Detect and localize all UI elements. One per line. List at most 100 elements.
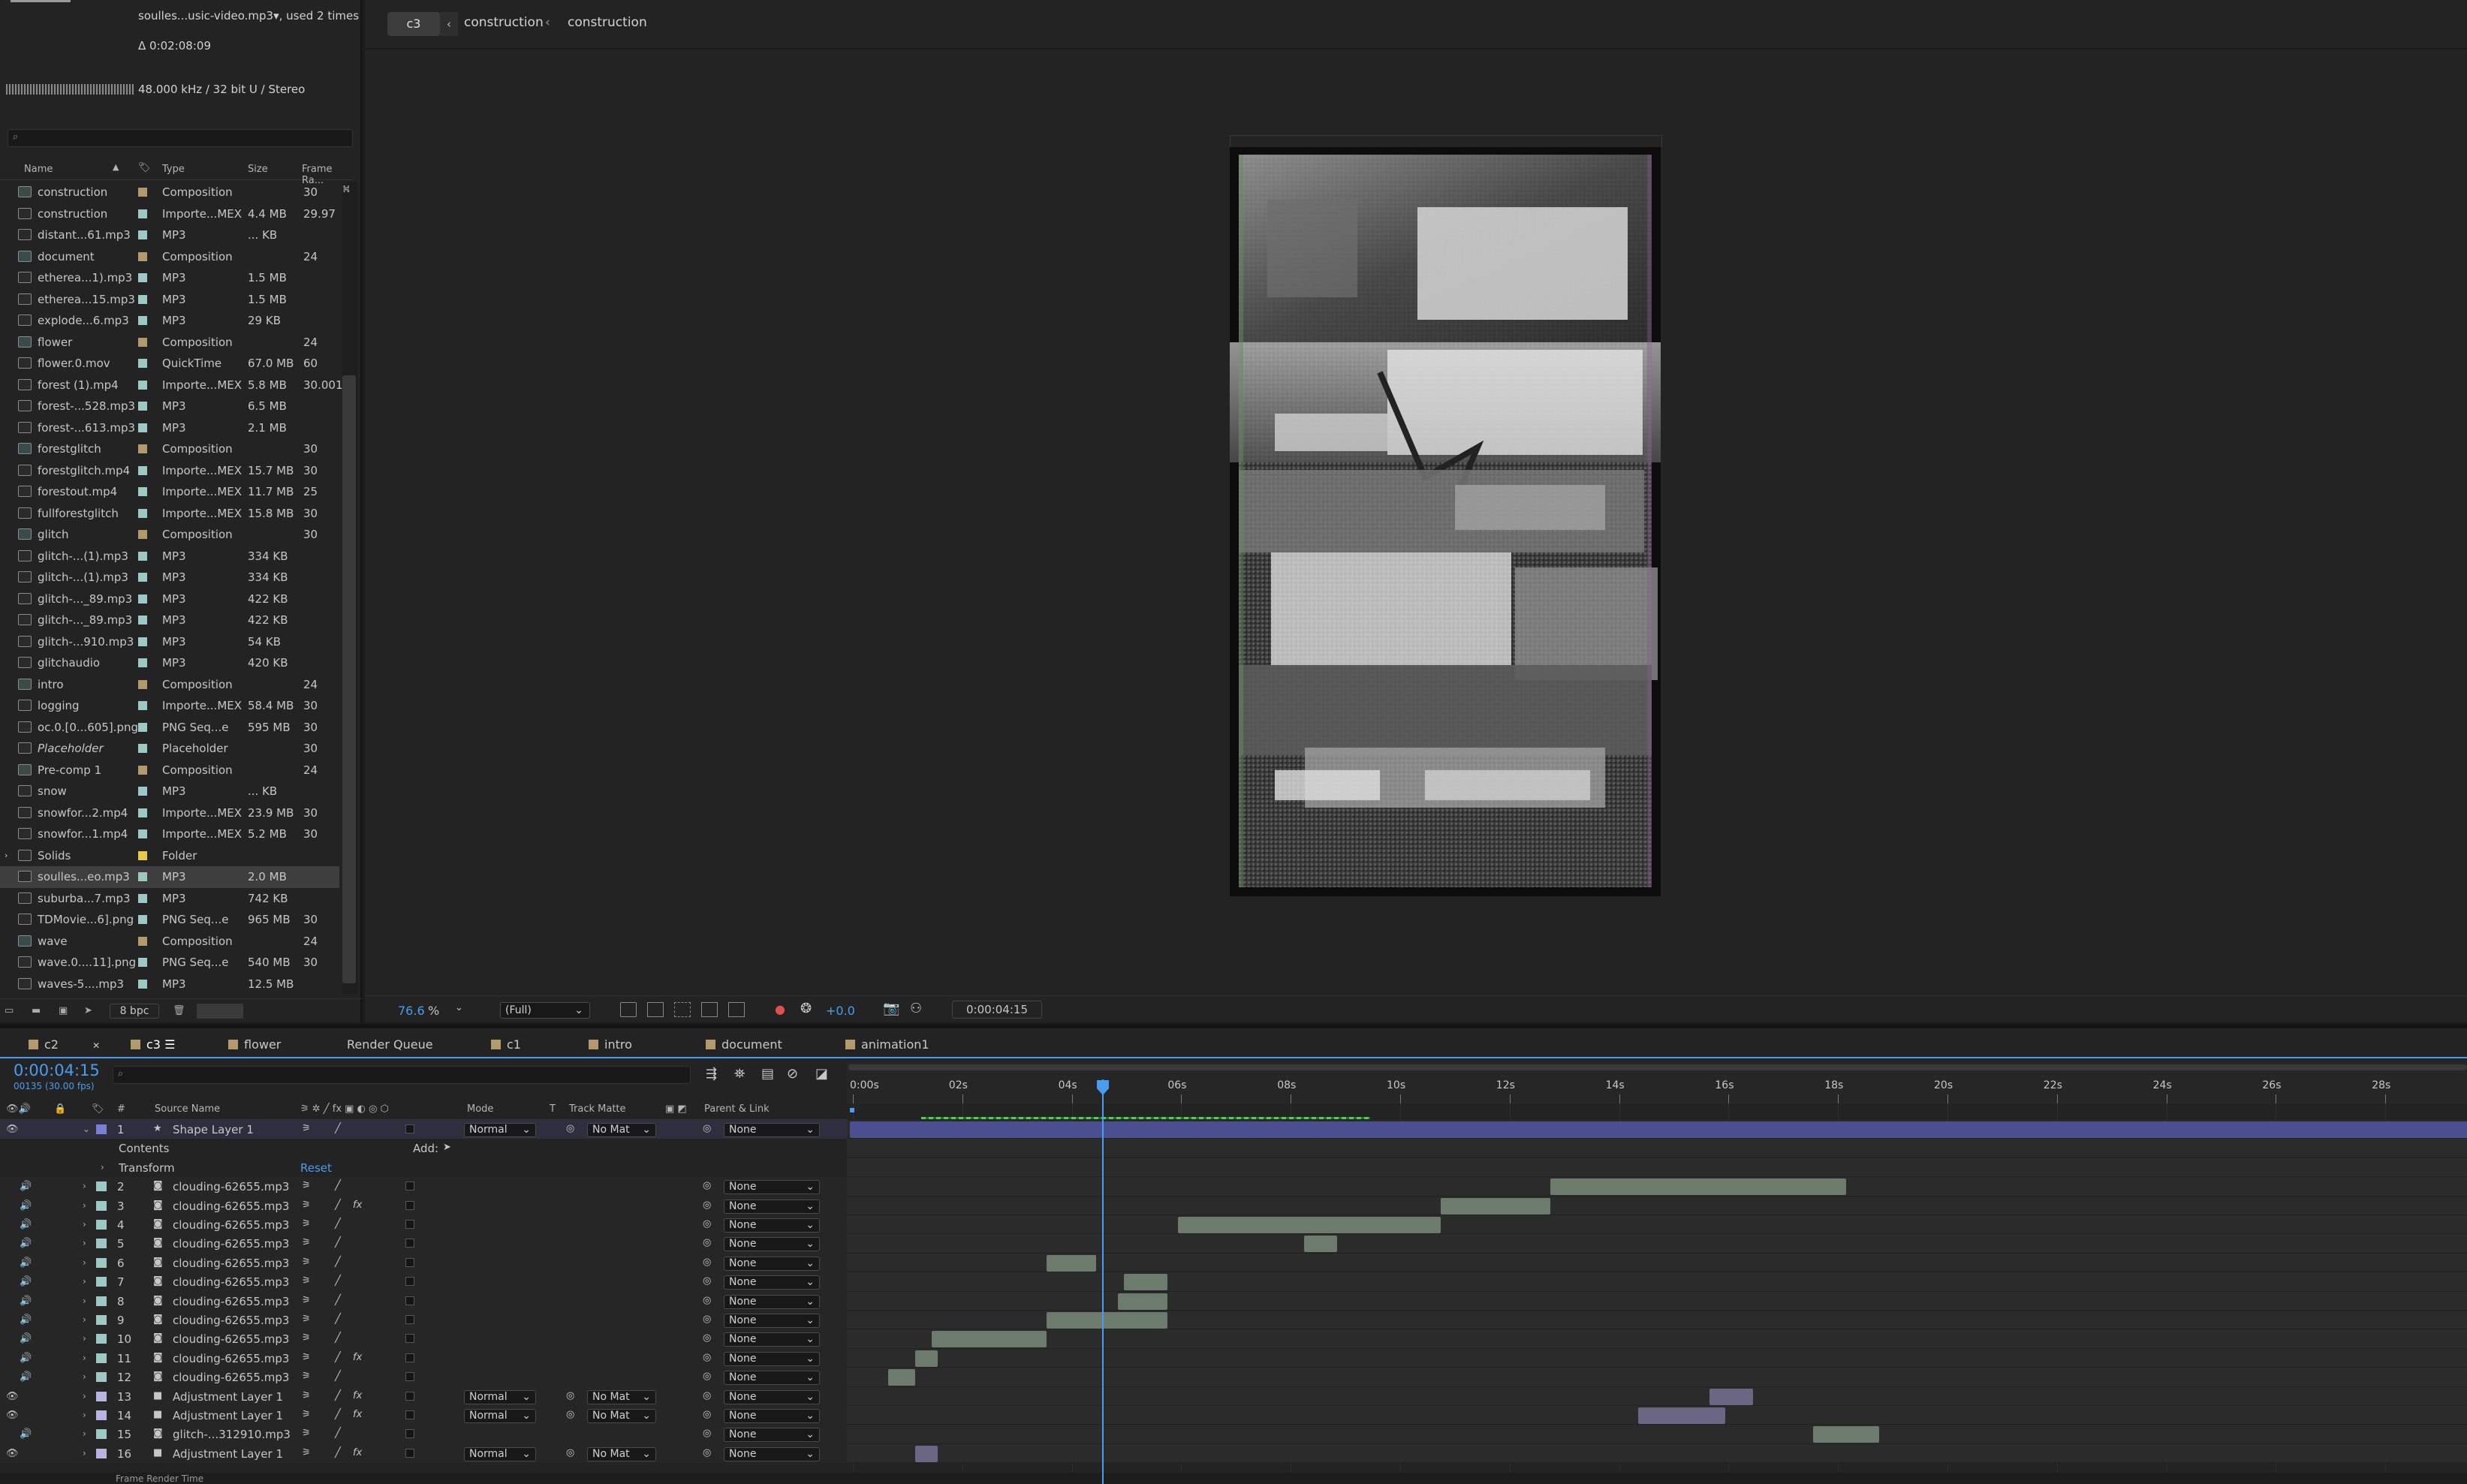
twirl-arrow-icon[interactable]: › xyxy=(101,1162,104,1172)
project-item[interactable]: glitch-...(1).mp3 MP3 334 KB xyxy=(0,546,339,567)
parent-dropdown[interactable]: None ⌄ xyxy=(724,1256,820,1271)
layer-duration-bar[interactable] xyxy=(1123,1274,1167,1291)
twirl-arrow-icon[interactable]: › xyxy=(83,1371,86,1382)
reset-link[interactable]: Reset xyxy=(300,1161,332,1175)
label-swatch[interactable] xyxy=(138,337,147,347)
parent-dropdown[interactable]: None ⌄ xyxy=(724,1180,820,1195)
twirl-arrow-icon[interactable]: › xyxy=(83,1353,86,1363)
track-matte-dropdown[interactable]: No Mat ⌄ xyxy=(587,1409,656,1423)
project-item[interactable]: suburba...7.mp3 MP3 742 KB xyxy=(0,888,339,910)
project-item[interactable]: flower Composition 24 xyxy=(0,332,339,354)
col-source-name[interactable]: Source Name xyxy=(155,1103,220,1115)
trash-icon[interactable]: 🗑 xyxy=(173,1005,189,1017)
track-matte-dropdown[interactable]: No Mat ⌄ xyxy=(587,1446,656,1461)
label-swatch[interactable] xyxy=(138,573,147,582)
project-item[interactable]: glitch-..._89.mp3 MP3 422 KB xyxy=(0,610,339,631)
shy-switch-icon[interactable]: ⚞ xyxy=(302,1218,311,1230)
label-swatch[interactable] xyxy=(138,787,147,796)
breadcrumb-back-icon[interactable]: ‹ xyxy=(440,12,458,36)
col-type[interactable]: Type xyxy=(162,164,185,175)
motion-blur-switch[interactable] xyxy=(405,1353,414,1362)
layer-label-color[interactable] xyxy=(96,1257,107,1268)
label-swatch[interactable] xyxy=(138,744,147,753)
layer-duration-bar[interactable] xyxy=(915,1350,938,1367)
shy-switch-icon[interactable]: ⚞ xyxy=(302,1180,311,1191)
parent-pickwhip-icon[interactable]: ◎ xyxy=(703,1237,711,1248)
audio-toggle-icon[interactable]: 🔊 xyxy=(20,1219,32,1230)
project-item[interactable]: soulles...eo.mp3 MP3 2.0 MB xyxy=(0,866,339,888)
project-item[interactable]: oc.0.[0...605].png PNG Seq...e 595 MB 30 xyxy=(0,717,339,739)
label-swatch[interactable] xyxy=(138,701,147,710)
label-swatch[interactable] xyxy=(138,316,147,325)
project-item[interactable]: construction Composition 30 xyxy=(0,182,339,203)
motion-blur-switch[interactable] xyxy=(405,1239,414,1248)
shy-switch-icon[interactable]: ⚞ xyxy=(302,1123,311,1134)
shy-switch-icon[interactable]: ⚞ xyxy=(302,1200,311,1211)
project-item[interactable]: forest-...613.mp3 MP3 2.1 MB xyxy=(0,417,339,439)
layer-name[interactable]: Shape Layer 1 xyxy=(173,1123,254,1136)
shy-switch-icon[interactable]: ⚞ xyxy=(302,1428,311,1439)
project-item[interactable]: etherea...15.mp3 MP3 1.5 MB xyxy=(0,289,339,311)
parent-dropdown[interactable]: None ⌄ xyxy=(724,1294,820,1309)
layer-label-color[interactable] xyxy=(96,1181,107,1192)
quality-switch-icon[interactable]: ╱ xyxy=(335,1257,341,1268)
parent-pickwhip-icon[interactable]: ◎ xyxy=(703,1123,711,1134)
label-swatch[interactable] xyxy=(138,829,147,838)
label-swatch[interactable] xyxy=(138,850,147,860)
blend-mode-dropdown[interactable]: Normal ⌄ xyxy=(464,1409,536,1423)
visibility-eye-icon[interactable]: 👁 xyxy=(6,1448,19,1459)
layer-row[interactable]: 🔊 › 15 ◙ glitch-...312910.mp3 ⚞ ╱ ◎ None ⌄ xyxy=(0,1425,847,1444)
visibility-eye-icon[interactable]: 👁 xyxy=(6,1391,19,1402)
mask-visibility-icon[interactable] xyxy=(674,1002,691,1017)
label-swatch[interactable] xyxy=(138,444,147,453)
parent-dropdown[interactable]: None ⌄ xyxy=(724,1275,820,1290)
project-item[interactable]: forestglitch Composition 30 xyxy=(0,438,339,460)
layer-label-color[interactable] xyxy=(96,1429,107,1440)
quality-switch-icon[interactable]: ╱ xyxy=(335,1314,341,1325)
pickwhip-icon[interactable]: ◎ xyxy=(566,1390,574,1401)
layer-label-color[interactable] xyxy=(96,1239,107,1249)
parent-pickwhip-icon[interactable]: ◎ xyxy=(703,1428,711,1439)
show-snapshot-icon[interactable]: ⚇ xyxy=(910,1001,922,1016)
parent-pickwhip-icon[interactable]: ◎ xyxy=(703,1390,711,1401)
motion-blur-switch[interactable] xyxy=(405,1391,414,1401)
shy-switch-icon[interactable]: ⚞ xyxy=(302,1447,311,1458)
audio-toggle-icon[interactable]: 🔊 xyxy=(20,1428,32,1440)
twirl-arrow-icon[interactable]: › xyxy=(83,1296,86,1306)
current-time[interactable]: 0:00:04:15 xyxy=(14,1061,100,1079)
quality-switch-icon[interactable]: ╱ xyxy=(335,1332,341,1344)
guides-icon[interactable] xyxy=(728,1002,745,1017)
label-swatch[interactable] xyxy=(138,658,147,667)
layer-label-color[interactable] xyxy=(96,1353,107,1363)
label-swatch[interactable] xyxy=(138,616,147,625)
label-swatch[interactable] xyxy=(138,594,147,604)
bpc-button[interactable]: 8 bpc xyxy=(110,1004,159,1019)
quality-switch-icon[interactable]: ╱ xyxy=(335,1390,341,1401)
timeline-tab[interactable]: animation1 xyxy=(845,1037,929,1052)
shy-switch-icon[interactable]: ⚞ xyxy=(302,1332,311,1344)
motion-blur-switch[interactable] xyxy=(405,1315,414,1324)
layer-row[interactable]: 🔊 › 4 ◙ clouding-62655.mp3 ⚞ ╱ ◎ None ⌄ xyxy=(0,1215,847,1235)
col-track-matte[interactable]: Track Matte xyxy=(569,1103,626,1115)
layer-label-color[interactable] xyxy=(96,1200,107,1211)
layer-duration-bar[interactable] xyxy=(1709,1388,1753,1405)
quality-switch-icon[interactable]: ╱ xyxy=(335,1123,341,1134)
shy-switch-icon[interactable]: ⚞ xyxy=(302,1275,311,1287)
col-parent[interactable]: Parent & Link xyxy=(704,1103,770,1115)
quality-switch-icon[interactable]: ╱ xyxy=(335,1180,341,1191)
audio-toggle-icon[interactable]: 🔊 xyxy=(20,1238,32,1249)
parent-pickwhip-icon[interactable]: ◎ xyxy=(703,1200,711,1211)
layer-name[interactable]: clouding-62655.mp3 xyxy=(173,1332,289,1346)
quality-switch-icon[interactable]: ╱ xyxy=(335,1428,341,1439)
layer-name[interactable]: clouding-62655.mp3 xyxy=(173,1295,289,1308)
audio-toggle-icon[interactable]: 🔊 xyxy=(20,1371,32,1383)
layer-name[interactable]: clouding-62655.mp3 xyxy=(173,1275,289,1289)
project-item[interactable]: fullforestglitch Importe...MEX 15.8 MB 30 xyxy=(0,503,339,525)
label-swatch[interactable] xyxy=(138,273,147,282)
layer-duration-bar[interactable] xyxy=(915,1445,938,1462)
parent-pickwhip-icon[interactable]: ◎ xyxy=(703,1352,711,1363)
shy-switch-icon[interactable]: ⚞ xyxy=(302,1295,311,1306)
parent-dropdown[interactable]: None ⌄ xyxy=(724,1371,820,1386)
parent-pickwhip-icon[interactable]: ◎ xyxy=(703,1314,711,1325)
shy-switch-icon[interactable]: ⚞ xyxy=(302,1237,311,1248)
